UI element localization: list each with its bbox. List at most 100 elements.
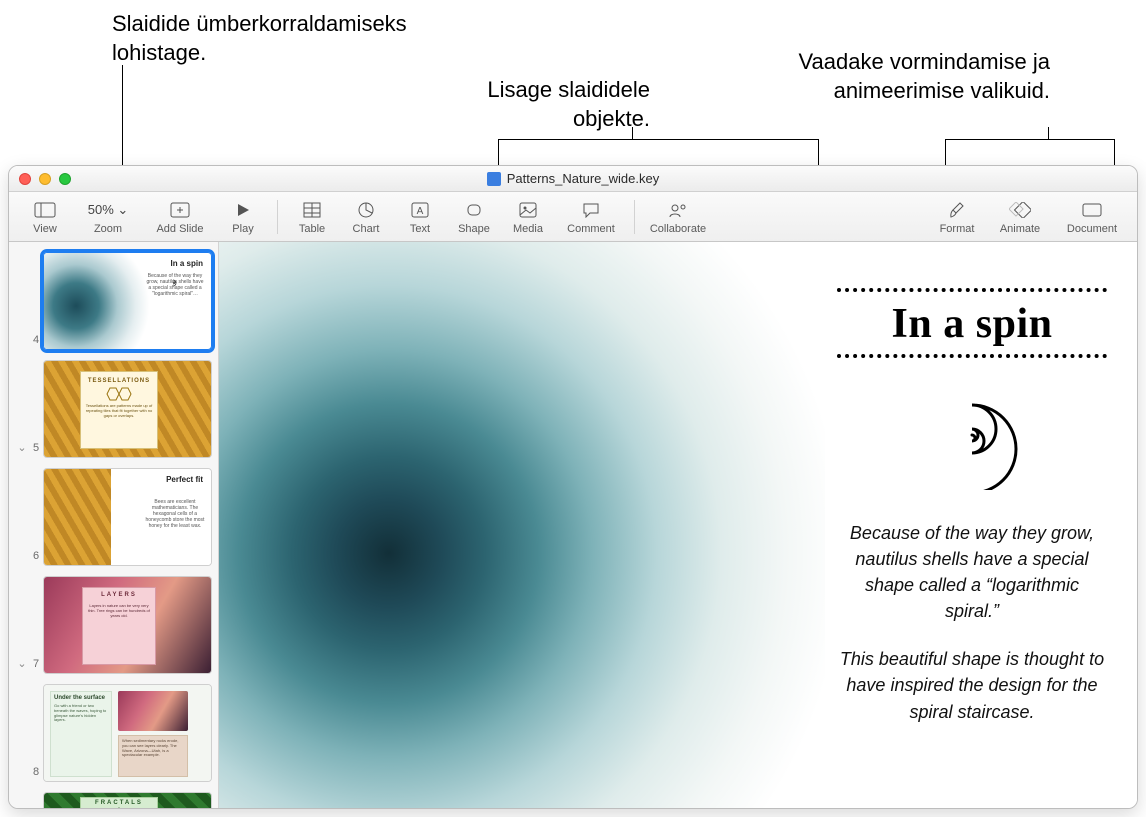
chart-icon <box>357 199 375 221</box>
animate-icon <box>1009 199 1031 221</box>
slide-paragraph-1[interactable]: Because of the way they grow, nautilus s… <box>837 520 1107 624</box>
slide-thumb-8[interactable]: 8 Under the surface Go with a friend or … <box>15 684 212 782</box>
document-filename: Patterns_Nature_wide.key <box>507 171 659 186</box>
minimize-button[interactable] <box>39 173 51 185</box>
view-button[interactable]: View <box>19 195 71 239</box>
chart-label: Chart <box>353 223 380 235</box>
view-icon <box>34 199 56 221</box>
slide-thumb-4[interactable]: 4 In a spin Because of the way they grow… <box>15 252 212 350</box>
disclosure-arrow-icon[interactable]: ⌄ <box>15 441 29 454</box>
thumb-title: LAYERS <box>87 592 151 598</box>
content: 4 In a spin Because of the way they grow… <box>9 242 1137 808</box>
slide-thumb-7[interactable]: ⌄ 7 LAYERS Layers in nature can be very … <box>15 576 212 674</box>
document-icon <box>1082 199 1102 221</box>
callout-line <box>1048 127 1049 139</box>
thumb-title: Perfect fit <box>166 475 203 484</box>
svg-text:A: A <box>417 206 424 217</box>
slide-thumb-9[interactable]: ⌄ FRACTALS Fractal patterns repeat at ev… <box>15 792 212 808</box>
shape-label: Shape <box>458 223 490 235</box>
zoom-label: Zoom <box>94 223 122 235</box>
format-label: Format <box>940 223 975 235</box>
callout-line <box>632 127 633 139</box>
play-button[interactable]: Play <box>217 195 269 239</box>
disclosure-arrow-icon[interactable]: ⌄ <box>15 657 29 670</box>
slide-thumbnail[interactable]: TESSELLATIONS Tessellations are patterns… <box>43 360 212 458</box>
slide-thumbnail[interactable]: LAYERS Layers in nature can be very very… <box>43 576 212 674</box>
media-label: Media <box>513 223 543 235</box>
slide-thumbnail[interactable]: Perfect fit Bees are excellent mathemati… <box>43 468 212 566</box>
paintbrush-icon <box>949 199 965 221</box>
comment-label: Comment <box>567 223 615 235</box>
callout-inspectors: Vaadake vormindamise ja animeerimise val… <box>670 48 1050 105</box>
slide-thumbnail[interactable]: Under the surface Go with a friend or tw… <box>43 684 212 782</box>
slide-number: 5 <box>29 442 43 454</box>
window-controls <box>19 173 71 185</box>
slide-number: 4 <box>29 334 43 346</box>
separator <box>277 200 278 234</box>
callout-line <box>945 139 1114 140</box>
thumb-title: Under the surface <box>54 695 108 701</box>
media-button[interactable]: Media <box>502 195 554 239</box>
toolbar: View 50% ⌄ Zoom Add Slide Play Table <box>9 192 1137 242</box>
shape-icon <box>465 199 483 221</box>
document-title: Patterns_Nature_wide.key <box>9 171 1137 186</box>
thumb-title: In a spin <box>171 259 203 268</box>
slide-thumb-5[interactable]: ⌄ 5 TESSELLATIONS Tessellations are patt… <box>15 360 212 458</box>
table-button[interactable]: Table <box>286 195 338 239</box>
text-label: Text <box>410 223 430 235</box>
text-button[interactable]: A Text <box>394 195 446 239</box>
collaborate-button[interactable]: Collaborate <box>643 195 713 239</box>
callout-drag-slides: Slaidide ümberkorraldamiseks lohistage. <box>112 10 442 67</box>
close-button[interactable] <box>19 173 31 185</box>
table-label: Table <box>299 223 325 235</box>
plus-icon <box>170 199 190 221</box>
slide-number: 7 <box>29 658 43 670</box>
callout-line <box>498 139 818 140</box>
text-icon: A <box>411 199 429 221</box>
slide-thumbnail[interactable]: In a spin Because of the way they grow, … <box>43 252 212 350</box>
zoom-button[interactable] <box>59 173 71 185</box>
zoom-menu[interactable]: 50% ⌄ Zoom <box>73 195 143 239</box>
window-titlebar: Patterns_Nature_wide.key <box>9 166 1137 192</box>
slide-paragraph-2[interactable]: This beautiful shape is thought to have … <box>837 646 1107 724</box>
add-slide-label: Add Slide <box>156 223 203 235</box>
slide-text-block[interactable]: In a spin Because of the way they grow, … <box>837 282 1107 747</box>
slide-canvas[interactable]: In a spin Because of the way they grow, … <box>219 242 1137 808</box>
collaborate-label: Collaborate <box>650 223 706 235</box>
play-icon <box>235 199 251 221</box>
animate-button[interactable]: Animate <box>985 195 1055 239</box>
slide-number: 8 <box>29 766 43 778</box>
thumb-body: Because of the way they grow, nautilus s… <box>145 273 205 297</box>
view-label: View <box>33 223 57 235</box>
document-label: Document <box>1067 223 1117 235</box>
format-button[interactable]: Format <box>931 195 983 239</box>
zoom-value: 50% ⌄ <box>88 199 129 221</box>
keynote-window: Patterns_Nature_wide.key View 50% ⌄ Zoom… <box>8 165 1138 809</box>
thumb-body: Bees are excellent mathematicians. The h… <box>145 499 205 529</box>
dotted-rule <box>837 288 1107 292</box>
separator <box>634 200 635 234</box>
shape-button[interactable]: Shape <box>448 195 500 239</box>
thumb-title: FRACTALS <box>83 800 155 806</box>
slide-title[interactable]: In a spin <box>837 300 1107 348</box>
play-label: Play <box>232 223 253 235</box>
chart-button[interactable]: Chart <box>340 195 392 239</box>
document-button[interactable]: Document <box>1057 195 1127 239</box>
add-slide-button[interactable]: Add Slide <box>145 195 215 239</box>
slide-navigator[interactable]: 4 In a spin Because of the way they grow… <box>9 242 219 808</box>
media-icon <box>519 199 537 221</box>
collaborate-icon <box>668 199 688 221</box>
table-icon <box>303 199 321 221</box>
callout-add-objects: Lisage slaididele objekte. <box>440 76 650 133</box>
dotted-rule <box>837 354 1107 358</box>
slide-thumb-6[interactable]: 6 Perfect fit Bees are excellent mathema… <box>15 468 212 566</box>
thumb-title: TESSELLATIONS <box>85 378 153 384</box>
keynote-file-icon <box>487 172 501 186</box>
slide-thumbnail[interactable]: FRACTALS Fractal patterns repeat at ever… <box>43 792 212 808</box>
slide-background-image <box>219 242 825 808</box>
slide-number: 6 <box>29 550 43 562</box>
comment-button[interactable]: Comment <box>556 195 626 239</box>
comment-icon <box>582 199 600 221</box>
spiral-icon <box>837 380 1107 490</box>
animate-label: Animate <box>1000 223 1040 235</box>
